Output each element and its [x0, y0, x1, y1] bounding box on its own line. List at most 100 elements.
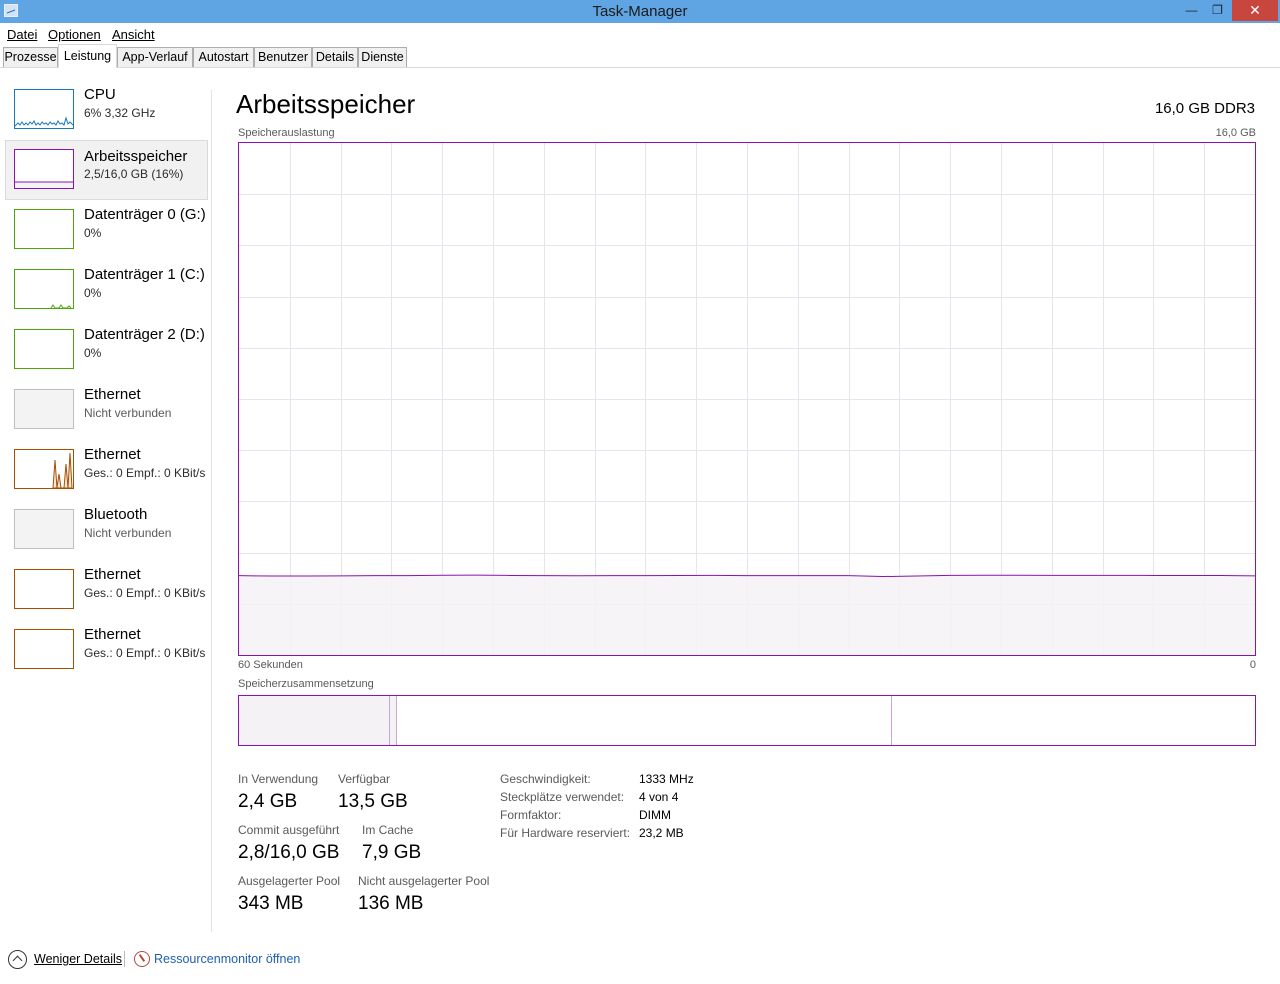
sidebar-item-ethernet-3-sub: Ges.: 0 Empf.: 0 KBit/s: [84, 586, 206, 600]
network-graph-icon: [14, 389, 74, 429]
memory-spec: 16,0 GB DDR3: [1154, 100, 1255, 117]
stat-committed-label: Commit ausgeführt: [238, 823, 340, 837]
detail-reserved-key: Für Hardware reserviert:: [500, 826, 631, 840]
disk-graph-icon: [14, 209, 74, 249]
chevron-up-icon[interactable]: [8, 950, 27, 969]
stat-in-use-value: 2,4 GB: [238, 791, 298, 812]
footer-divider: [124, 951, 125, 967]
sidebar-item-bluetooth[interactable]: Bluetooth Nicht verbunden: [5, 500, 208, 560]
menu-datei-label: Datei: [7, 27, 38, 42]
tab-autostart[interactable]: Autostart: [193, 47, 254, 67]
tab-prozesse[interactable]: Prozesse: [3, 47, 58, 67]
sidebar-item-cpu-name: CPU: [84, 86, 116, 103]
tab-baseline: [0, 67, 1280, 68]
sidebar-item-cpu-sub: 6% 3,32 GHz: [84, 106, 156, 120]
usage-graph-max: 16,0 GB: [1215, 127, 1256, 139]
menu-optionen-label: Optionen: [48, 27, 101, 42]
sidebar-item-disk-2-name: Datenträger 2 (D:): [84, 326, 205, 343]
stat-nonpaged-pool-label: Nicht ausgelagerter Pool: [358, 874, 490, 888]
minimize-button[interactable]: —: [1178, 0, 1205, 21]
close-button[interactable]: ✕: [1232, 0, 1278, 21]
sidebar-item-disk-2[interactable]: Datenträger 2 (D:) 0%: [5, 320, 208, 380]
network-graph-icon: [14, 449, 74, 489]
memory-composition-bar: [238, 695, 1256, 746]
composition-modified[interactable]: [390, 696, 397, 745]
resource-monitor-icon: [134, 951, 150, 967]
sidebar-item-ethernet-3[interactable]: Ethernet Ges.: 0 Empf.: 0 KBit/s: [5, 560, 208, 620]
detail-slots-value: 4 von 4: [639, 790, 679, 804]
composition-in-use[interactable]: [239, 696, 390, 745]
sidebar-item-memory-sub: 2,5/16,0 GB (16%): [84, 167, 184, 181]
detail-formfactor-key: Formfaktor:: [500, 808, 562, 822]
sidebar-item-disk-2-sub: 0%: [84, 346, 102, 360]
tab-dienste[interactable]: Dienste: [358, 47, 407, 67]
sidebar-item-memory[interactable]: Arbeitsspeicher 2,5/16,0 GB (16%): [5, 140, 208, 200]
memory-sparkline: [15, 181, 73, 188]
tab-bar: Prozesse Leistung App-Verlauf Autostart …: [0, 44, 1280, 68]
page-title: Arbeitsspeicher: [236, 89, 416, 119]
footer-bar: Weniger Details Ressourcenmonitor öffnen: [0, 944, 1280, 976]
detail-speed-key: Geschwindigkeit:: [500, 772, 591, 786]
sidebar-item-memory-name: Arbeitsspeicher: [84, 148, 188, 165]
composition-free[interactable]: [892, 696, 1255, 745]
sidebar-item-ethernet-1-sub: Nicht verbunden: [84, 406, 172, 420]
bluetooth-graph-icon: [14, 509, 74, 549]
stat-nonpaged-pool-value: 136 MB: [358, 893, 424, 914]
sidebar-item-ethernet-4[interactable]: Ethernet Ges.: 0 Empf.: 0 KBit/s: [5, 620, 208, 680]
detail-reserved-value: 23,2 MB: [639, 826, 684, 840]
sidebar-item-ethernet-4-name: Ethernet: [84, 626, 141, 643]
disk-1-sparkline: [50, 304, 72, 308]
disk-graph-icon: [14, 329, 74, 369]
sidebar-item-disk-0-sub: 0%: [84, 226, 102, 240]
stat-cached-label: Im Cache: [362, 823, 414, 837]
sidebar-item-disk-0[interactable]: Datenträger 0 (G:) 0%: [5, 200, 208, 260]
sidebar-item-cpu[interactable]: CPU 6% 3,32 GHz: [5, 80, 208, 140]
tab-benutzer[interactable]: Benutzer: [254, 47, 312, 67]
sidebar-item-ethernet-1[interactable]: Ethernet Nicht verbunden: [5, 380, 208, 440]
stat-committed-value: 2,8/16,0 GB: [238, 842, 340, 863]
cpu-graph-icon: [14, 89, 74, 129]
time-axis-start: 60 Sekunden: [238, 659, 303, 671]
sidebar-item-bluetooth-sub: Nicht verbunden: [84, 526, 172, 540]
title-bar[interactable]: Task-Manager — ❐ ✕: [0, 0, 1280, 23]
tab-details[interactable]: Details: [312, 47, 358, 67]
sidebar-item-disk-1[interactable]: Datenträger 1 (C:) 0%: [5, 260, 208, 320]
usage-graph-label: Speicherauslastung: [238, 127, 335, 139]
sidebar-item-disk-1-sub: 0%: [84, 286, 102, 300]
sidebar-item-ethernet-4-sub: Ges.: 0 Empf.: 0 KBit/s: [84, 646, 206, 660]
tab-leistung[interactable]: Leistung: [58, 44, 117, 68]
tab-app-verlauf[interactable]: App-Verlauf: [117, 47, 193, 67]
sidebar-item-ethernet-3-name: Ethernet: [84, 566, 141, 583]
cpu-sparkline: [15, 116, 73, 127]
fewer-details-label: Weniger Details: [34, 952, 123, 966]
stat-available-value: 13,5 GB: [338, 791, 408, 812]
disk-graph-icon: [14, 269, 74, 309]
open-resource-monitor-link[interactable]: Ressourcenmonitor öffnen: [154, 952, 300, 966]
sidebar-item-bluetooth-name: Bluetooth: [84, 506, 148, 523]
network-graph-icon: [14, 629, 74, 669]
sidebar-item-ethernet-1-name: Ethernet: [84, 386, 141, 403]
sidebar-item-disk-1-name: Datenträger 1 (C:): [84, 266, 205, 283]
stat-available-label: Verfügbar: [338, 772, 391, 786]
detail-speed-value: 1333 MHz: [639, 772, 694, 786]
fewer-details-button[interactable]: Weniger Details: [34, 952, 122, 966]
memory-usage-svg: [239, 143, 1255, 655]
window-title: Task-Manager: [592, 3, 688, 20]
stat-cached-value: 7,9 GB: [362, 842, 422, 863]
memory-graph-icon: [14, 149, 74, 189]
time-axis-end: 0: [1249, 659, 1256, 671]
stat-paged-pool-label: Ausgelagerter Pool: [238, 874, 341, 888]
memory-usage-graph: [238, 142, 1256, 656]
sidebar-item-ethernet-2-sub: Ges.: 0 Empf.: 0 KBit/s: [84, 466, 206, 480]
network-graph-icon: [14, 569, 74, 609]
sidebar-item-ethernet-2[interactable]: Ethernet Ges.: 0 Empf.: 0 KBit/s: [5, 440, 208, 500]
menu-bar: Datei Optionen Ansicht: [0, 23, 1280, 43]
detail-formfactor-value: DIMM: [639, 808, 671, 822]
restore-button[interactable]: ❐: [1204, 0, 1231, 21]
composition-standby[interactable]: [397, 696, 892, 745]
menu-ansicht-label: Ansicht: [112, 27, 155, 42]
stat-paged-pool-value: 343 MB: [238, 893, 304, 914]
detail-slots-key: Steckplätze verwendet:: [500, 790, 625, 804]
ethernet-2-sparkline: [52, 452, 73, 488]
sidebar-separator: [211, 90, 212, 932]
